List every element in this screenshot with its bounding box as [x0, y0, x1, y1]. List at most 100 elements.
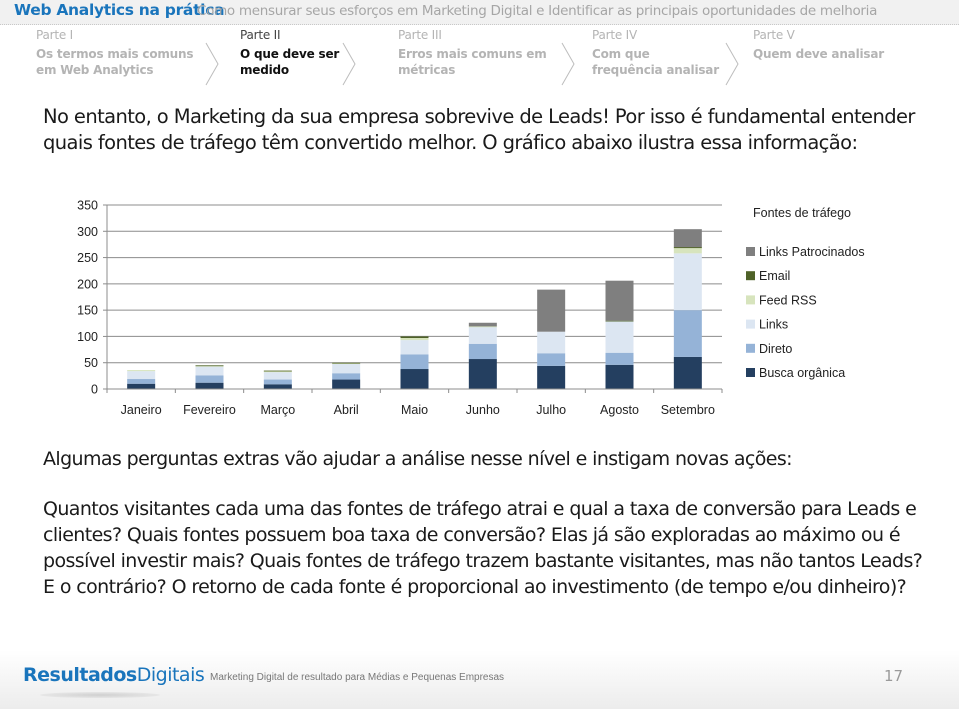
- step-part-label: Parte I: [36, 28, 74, 42]
- bars: [127, 229, 702, 389]
- document-subtitle: Como mensurar seus esforços em Marketing…: [197, 3, 878, 19]
- bar-segment: [332, 363, 361, 374]
- y-axis: 0 50 100 150 200 250 300 350: [77, 199, 108, 397]
- step-name: Erros mais comuns em métricas: [398, 47, 547, 77]
- x-tick-label: Janeiro: [121, 403, 162, 417]
- legend-label: Busca orgânica: [759, 366, 845, 380]
- x-tick-label: Junho: [466, 403, 500, 417]
- legend-swatch: [746, 247, 755, 256]
- bar-segment: [673, 229, 702, 248]
- bar-segment: [468, 322, 497, 327]
- intro-paragraph: No entanto, o Marketing da sua empresa s…: [43, 105, 915, 154]
- logo-light: Digitais: [136, 664, 205, 686]
- step-parte-5[interactable]: Parte V Quem deve analisar: [753, 28, 913, 62]
- legend-label: Feed RSS: [759, 293, 817, 307]
- stacked-bar-chart: 0 50 100 150 200 250 300 350 Janeiro Fevereiro Ma…: [77, 199, 865, 418]
- bar-segment: [263, 379, 292, 385]
- step-name: Os termos mais comuns em Web Analytics: [36, 47, 194, 77]
- chevron-right-icon: [561, 42, 575, 86]
- step-parte-2[interactable]: Parte II O que deve ser medido: [240, 28, 350, 78]
- chevron-right-icon: [342, 42, 356, 86]
- chevron-right-icon: [205, 42, 219, 86]
- step-part-label: Parte II: [240, 28, 281, 42]
- footer: ResultadosDigitais Marketing Digital de …: [0, 650, 959, 709]
- x-tick-label: Abril: [334, 403, 359, 417]
- bar-segment: [400, 369, 429, 389]
- bar-segment: [332, 373, 361, 380]
- bar-segment: [605, 320, 634, 322]
- legend-label: Direto: [759, 342, 792, 356]
- bar-segment: [263, 384, 292, 389]
- y-tick-label: 0: [91, 383, 98, 397]
- x-tick-label: Maio: [401, 403, 428, 417]
- bar-segment: [400, 354, 429, 370]
- bar-segment: [127, 370, 156, 372]
- resultados-digitais-logo: ResultadosDigitais: [23, 664, 205, 686]
- bar-segment: [537, 289, 566, 332]
- bar-segment: [195, 375, 224, 383]
- bar-segment: [263, 372, 292, 380]
- legend-swatch: [746, 368, 755, 377]
- y-tick-label: 250: [77, 251, 98, 265]
- x-tick-label: Fevereiro: [183, 403, 236, 417]
- section-steps: Parte I Os termos mais comuns em Web Ana…: [0, 28, 959, 88]
- x-tick-label: Março: [260, 403, 295, 417]
- footer-tagline: Marketing Digital de resultado para Médi…: [210, 672, 505, 683]
- bar-segment: [673, 310, 702, 357]
- document-title: Web Analytics na prática: [14, 1, 225, 19]
- bar-segment: [195, 382, 224, 389]
- legend-label: Email: [759, 269, 790, 283]
- traffic-sources-chart: 0 50 100 150 200 250 300 350 Janeiro Fevereiro Ma…: [0, 190, 959, 430]
- bar-segment: [605, 364, 634, 389]
- bar-segment: [673, 247, 702, 249]
- bar-segment: [673, 253, 702, 311]
- y-tick-label: 50: [84, 356, 98, 370]
- bar-segment: [127, 383, 156, 389]
- step-parte-1[interactable]: Parte I Os termos mais comuns em Web Ana…: [36, 28, 206, 78]
- y-tick-label: 350: [77, 199, 98, 213]
- step-parte-3[interactable]: Parte III Erros mais comuns em métricas: [398, 28, 548, 78]
- bar-segment: [673, 248, 702, 254]
- bar-segment: [400, 336, 429, 339]
- bar-segment: [537, 365, 566, 389]
- bar-segment: [127, 379, 156, 384]
- logo-shadow: [40, 692, 160, 698]
- legend: Fontes de tráfego Links Patrocinados Email…: [746, 206, 865, 380]
- step-parte-4[interactable]: Parte IV Com que frequência analisar: [592, 28, 722, 78]
- y-tick-label: 150: [77, 304, 98, 318]
- y-tick-label: 200: [77, 277, 98, 291]
- y-tick-label: 300: [77, 225, 98, 239]
- page-number: 17: [884, 667, 904, 685]
- bar-segment: [605, 321, 634, 353]
- legend-title: Fontes de tráfego: [753, 206, 851, 220]
- legend-swatch: [746, 271, 755, 281]
- bar-segment: [332, 362, 361, 364]
- bar-segment: [332, 379, 361, 389]
- chevron-right-icon: [725, 42, 739, 86]
- legend-swatch: [746, 295, 755, 305]
- bar-segment: [468, 343, 497, 360]
- header-bar: Web Analytics na prática Como mensurar s…: [0, 0, 959, 25]
- bar-segment: [468, 359, 497, 389]
- x-axis: Janeiro Fevereiro Março Abril Maio Junho Julho…: [106, 388, 723, 417]
- x-tick-label: Julho: [536, 403, 566, 417]
- bar-segment: [537, 353, 566, 366]
- bar-segment: [195, 365, 224, 367]
- legend-label: Links Patrocinados: [759, 245, 865, 259]
- logo-bold: Resultados: [23, 664, 137, 686]
- step-part-label: Parte V: [753, 28, 795, 42]
- bar-segment: [468, 326, 497, 328]
- step-part-label: Parte III: [398, 28, 442, 42]
- bar-segment: [673, 356, 702, 389]
- bar-segment: [468, 326, 497, 344]
- step-part-label: Parte IV: [592, 28, 638, 42]
- questions-paragraph: Quantos visitantes cada uma das fontes d…: [43, 498, 923, 598]
- step-name: Com que frequência analisar: [592, 47, 719, 77]
- bar-segment: [400, 338, 429, 341]
- legend-swatch: [746, 343, 755, 353]
- bar-segment: [127, 371, 156, 380]
- legend-label: Links: [759, 318, 788, 332]
- bar-segment: [195, 366, 224, 376]
- step-name: Quem deve analisar: [753, 47, 884, 61]
- bar-segment: [605, 280, 634, 321]
